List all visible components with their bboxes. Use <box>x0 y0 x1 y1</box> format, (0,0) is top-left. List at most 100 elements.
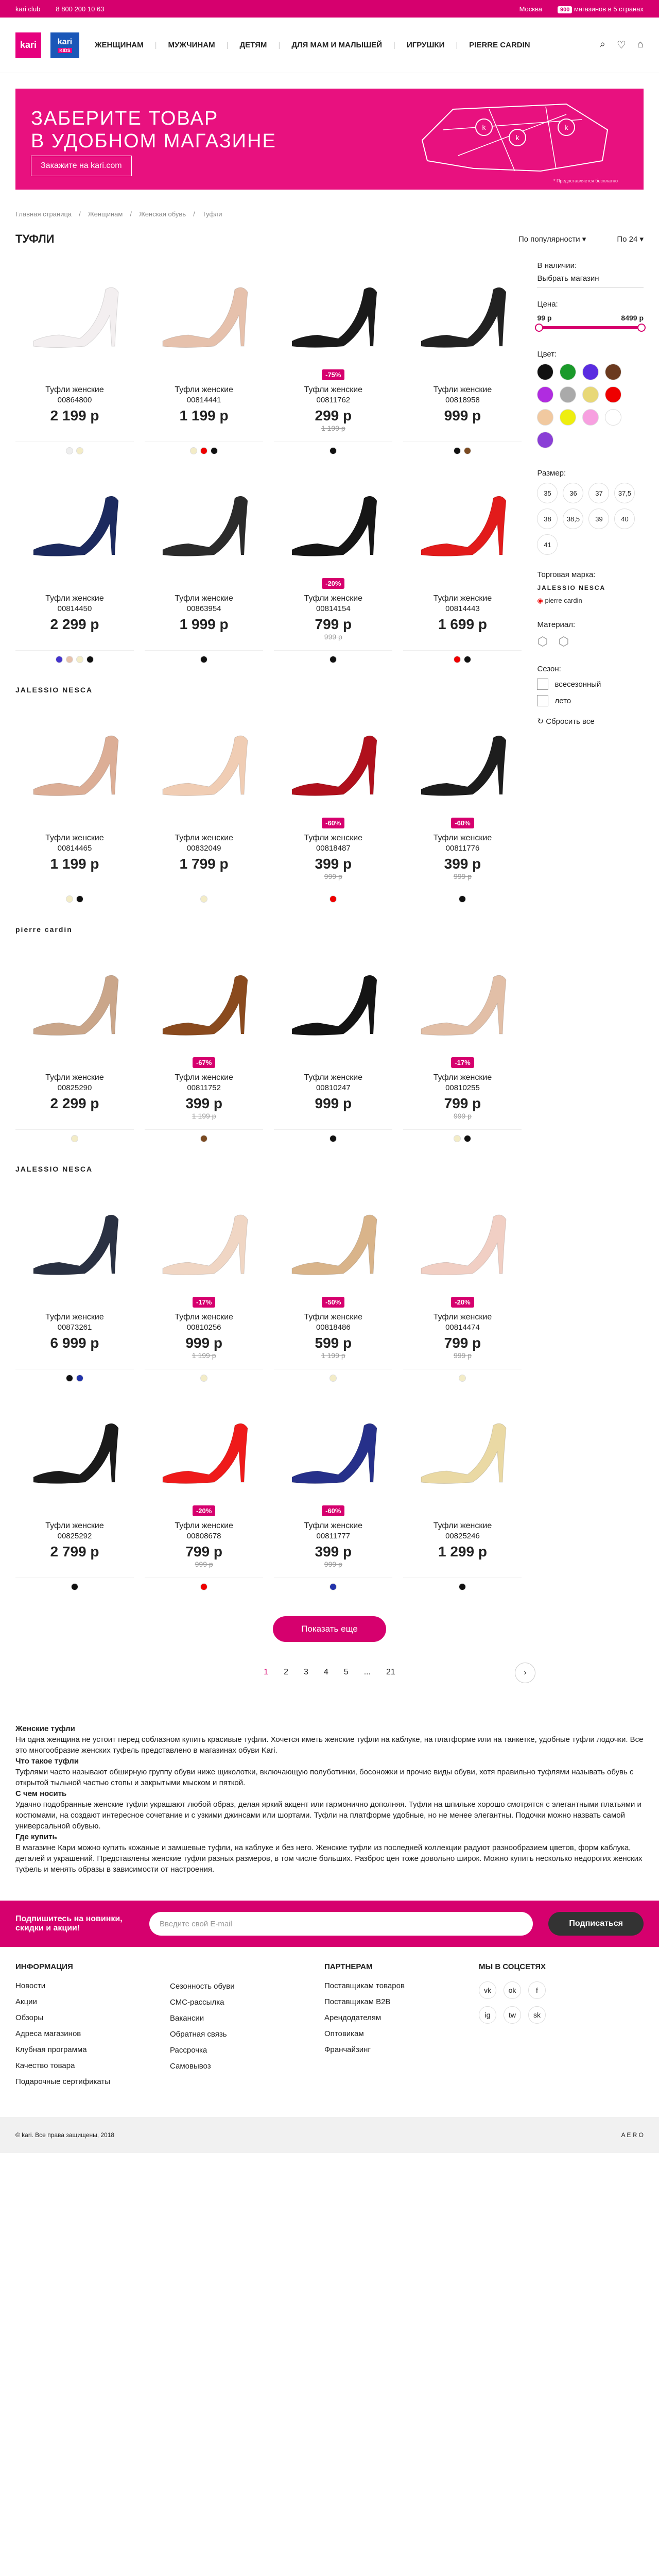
product-card[interactable]: -50% Туфли женские 00818486 599 р1 199 р <box>274 1173 393 1382</box>
footer-link[interactable]: Обзоры <box>15 2013 170 2022</box>
product-image[interactable] <box>403 1397 522 1505</box>
tw-icon[interactable]: tw <box>504 2006 521 2024</box>
footer-link[interactable]: Поставщикам товаров <box>324 1981 479 1990</box>
product-card[interactable]: -67% Туфли женские 00811752 399 р1 199 р <box>145 934 264 1142</box>
show-more-button[interactable]: Показать еще <box>273 1616 386 1642</box>
color-swatch[interactable] <box>459 1583 466 1590</box>
color-swatch[interactable] <box>66 447 73 454</box>
product-name[interactable]: Туфли женские <box>15 1521 134 1531</box>
footer-link[interactable]: Вакансии <box>170 2014 324 2023</box>
product-image[interactable] <box>274 1189 392 1297</box>
product-name[interactable]: Туфли женские <box>403 1312 522 1323</box>
footer-link[interactable]: Новости <box>15 1981 170 1990</box>
shoe-image[interactable] <box>282 962 385 1044</box>
page-link[interactable]: 1 <box>264 1668 268 1677</box>
color-swatch[interactable] <box>454 1135 461 1142</box>
size-option[interactable]: 38 <box>537 509 558 529</box>
vk-icon[interactable]: vk <box>479 1981 496 1999</box>
shoe-image[interactable] <box>23 962 126 1044</box>
color-swatch[interactable] <box>86 656 94 663</box>
color-swatch[interactable] <box>464 656 472 663</box>
page-link[interactable]: 4 <box>324 1668 328 1677</box>
product-name[interactable]: Туфли женские <box>403 385 522 395</box>
search-icon[interactable]: ⌕ <box>600 39 605 52</box>
breadcrumb-item[interactable]: Туфли <box>202 210 222 218</box>
heart-icon[interactable]: ♡ <box>617 39 626 52</box>
next-page-icon[interactable]: › <box>515 1663 535 1683</box>
breadcrumb-item[interactable]: Главная страница <box>15 210 72 218</box>
brand-option-1[interactable]: JALESSIO NESCA <box>537 584 644 591</box>
cart-icon[interactable]: ⌂ <box>637 39 644 52</box>
sort-select[interactable]: По популярности ▾ <box>518 234 586 244</box>
shoe-image[interactable] <box>411 962 514 1044</box>
color-swatch[interactable] <box>71 1135 78 1142</box>
size-option[interactable]: 39 <box>588 509 610 529</box>
product-image[interactable] <box>274 709 392 818</box>
footer-link[interactable]: Самовывоз <box>170 2062 324 2071</box>
shoe-image[interactable] <box>152 274 255 357</box>
product-name[interactable]: Туфли женские <box>145 1312 263 1323</box>
shoe-image[interactable] <box>282 274 385 357</box>
color-option[interactable] <box>560 364 577 380</box>
product-name[interactable]: Туфли женские <box>274 1073 392 1083</box>
sk-icon[interactable]: sk <box>528 2006 546 2024</box>
product-card[interactable]: Туфли женские 00832049 1 799 р <box>145 694 264 903</box>
page-link[interactable]: 3 <box>304 1668 308 1677</box>
page-link[interactable]: 2 <box>284 1668 288 1677</box>
menu-item[interactable]: ДЕТЯМ <box>240 41 267 49</box>
per-page-select[interactable]: По 24 ▾ <box>617 234 644 244</box>
store-select[interactable]: Выбрать магазин <box>537 270 644 287</box>
slider-handle-min[interactable] <box>535 324 544 332</box>
city-select[interactable]: Москва <box>519 5 542 13</box>
footer-link[interactable]: Поставщикам B2B <box>324 1997 479 2006</box>
color-swatch[interactable] <box>200 1583 208 1590</box>
product-image[interactable] <box>145 709 263 818</box>
footer-link[interactable]: Адреса магазинов <box>15 2029 170 2038</box>
color-swatch[interactable] <box>71 1583 78 1590</box>
color-swatch[interactable] <box>330 895 337 903</box>
product-image[interactable] <box>403 261 522 369</box>
product-card[interactable]: Туфли женские 00818958 999 р <box>403 246 522 454</box>
product-image[interactable] <box>274 470 392 578</box>
color-swatch[interactable] <box>200 656 208 663</box>
color-swatch[interactable] <box>66 895 73 903</box>
size-option[interactable]: 36 <box>563 483 584 503</box>
shoe-image[interactable] <box>282 1410 385 1493</box>
color-swatch[interactable] <box>76 656 83 663</box>
product-image[interactable] <box>145 470 263 578</box>
product-image[interactable] <box>403 709 522 818</box>
footer-link[interactable]: Обратная связь <box>170 2030 324 2039</box>
shoe-image[interactable] <box>411 1410 514 1493</box>
product-card[interactable]: -17% Туфли женские 00810256 999 р1 199 р <box>145 1173 264 1382</box>
product-image[interactable] <box>15 949 134 1057</box>
product-name[interactable]: Туфли женские <box>145 1521 263 1531</box>
footer-link[interactable]: Клубная программа <box>15 2045 170 2054</box>
color-option[interactable] <box>537 409 554 426</box>
product-card[interactable]: -60% Туфли женские 00811776 399 р 999 р <box>403 694 522 903</box>
color-option[interactable] <box>605 364 622 380</box>
page-link[interactable]: 21 <box>386 1668 395 1677</box>
product-name[interactable]: Туфли женские <box>145 1073 263 1083</box>
color-swatch[interactable] <box>454 447 461 454</box>
leather-icon[interactable]: ⬡ <box>537 634 548 649</box>
color-swatch[interactable] <box>330 1135 337 1142</box>
banner-button[interactable]: Закажите на kari.com <box>31 156 132 176</box>
shoe-image[interactable] <box>152 483 255 565</box>
size-option[interactable]: 37,5 <box>614 483 635 503</box>
size-option[interactable]: 37 <box>588 483 610 503</box>
color-swatch[interactable] <box>459 895 466 903</box>
color-swatch[interactable] <box>200 447 208 454</box>
product-name[interactable]: Туфли женские <box>15 833 134 843</box>
product-image[interactable] <box>15 470 134 578</box>
color-option[interactable] <box>582 364 599 380</box>
product-name[interactable]: Туфли женские <box>15 1312 134 1323</box>
footer-link[interactable]: Подарочные сертификаты <box>15 2077 170 2086</box>
color-swatch[interactable] <box>200 1375 208 1382</box>
email-input[interactable]: Введите свой E-mail <box>149 1912 533 1936</box>
color-swatch[interactable] <box>66 1375 73 1382</box>
promo-banner[interactable]: ЗАБЕРИТЕ ТОВАР В УДОБНОМ МАГАЗИНЕ Закажит… <box>15 89 644 190</box>
footer-link[interactable]: Качество товара <box>15 2061 170 2070</box>
kari-kids-logo[interactable]: kari KIDS <box>50 32 79 58</box>
color-option[interactable] <box>537 432 554 448</box>
product-card[interactable]: -17% Туфли женские 00810255 799 р 999 р <box>403 934 522 1142</box>
